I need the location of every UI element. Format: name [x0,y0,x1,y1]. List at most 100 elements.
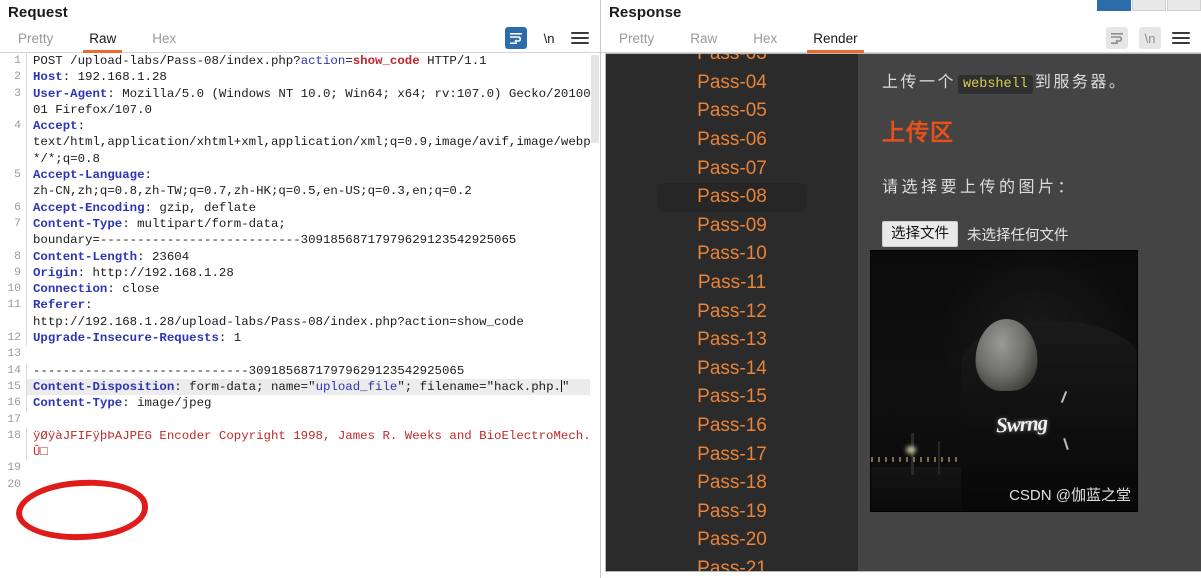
file-status-label: 未选择任何文件 [967,227,1069,244]
line-content: Accept-Language: zh-CN,zh;q=0.8,zh-TW;q=… [26,167,600,200]
hamburger-menu-icon[interactable] [571,32,589,44]
word-wrap-icon[interactable] [1106,27,1128,49]
line-content: Referer: http://192.168.1.28/upload-labs… [26,297,600,331]
tab-request-hex[interactable]: Hex [142,27,186,52]
code-token: ÿØÿàJFIFÿþÞAJPEG Encoder Copyright 1998,… [33,428,599,460]
window-top-buttons [1097,0,1201,11]
code-token: HTTP/1.1 [419,54,487,68]
top-secondary-button[interactable] [1132,0,1166,11]
code-token: text/html,application/xhtml+xml,applicat… [33,135,599,166]
code-token: " [308,379,316,394]
request-code-viewer[interactable]: 1 POST /upload-labs/Pass-08/index.php?act… [0,53,600,572]
sidebar-item-pass-07[interactable]: Pass-07 [658,154,806,183]
line-number: 14 [7,364,21,377]
code-token: upload_file [315,379,398,394]
upload-labs-content: 上传一个 webshell 到服务器。 上传区 请选择要上传的图片： 选择文件 未选… [858,54,1201,571]
choose-file-button[interactable]: 选择文件 [882,221,958,247]
line-number: 10 [7,283,21,296]
photo-light-glow [905,446,916,454]
request-code-line: 12 Upgrade-Insecure-Requests: 1 [0,330,600,347]
tab-response-hex[interactable]: Hex [743,27,787,52]
code-token: : [144,168,160,183]
sidebar-item-pass-15[interactable]: Pass-15 [658,383,806,412]
tab-response-pretty[interactable]: Pretty [609,27,664,52]
line-content: -----------------------------30918568717… [26,362,600,379]
code-token: Connection [33,282,108,297]
request-code-line: 20 [0,477,600,493]
line-number: 8 [14,250,21,263]
word-wrap-icon[interactable] [505,27,527,49]
line-number: 12 [7,332,21,345]
request-code-line: 7 Content-Type: multipart/form-data; boun… [0,215,600,249]
sidebar-item-pass-12[interactable]: Pass-12 [658,297,806,326]
tab-request-pretty[interactable]: Pretty [8,27,63,52]
sidebar-item-pass-14[interactable]: Pass-14 [658,355,806,384]
line-number: 15 [7,380,21,393]
sidebar-item-pass-11[interactable]: Pass-11 [658,269,806,298]
code-token: : gzip, deflate [144,200,257,215]
code-token: User-Agent [33,86,108,101]
tab-request-raw[interactable]: Raw [79,27,126,53]
line-number: 9 [14,266,21,279]
line-content: Upgrade-Insecure-Requests: 1 [26,330,600,347]
sidebar-item-pass-10[interactable]: Pass-10 [658,240,806,269]
line-content: Accept: text/html,application/xhtml+xml,… [26,118,600,168]
code-token: : 1 [218,331,242,346]
code-token: http://192.168.1.28/upload-labs/Pass-08/… [33,314,524,329]
hamburger-menu-icon[interactable] [1172,32,1190,44]
top-primary-button[interactable] [1097,0,1131,11]
code-token: Content-Disposition [33,379,175,394]
line-number: 2 [14,71,21,84]
file-input-row[interactable]: 选择文件 未选择任何文件 [882,221,1201,247]
line-content: Origin: http://192.168.1.28 [26,264,600,282]
code-token: Accept [33,119,78,134]
code-token: Upgrade-Insecure-Requests [33,331,219,346]
request-tabbar: Pretty Raw Hex \n [0,24,600,53]
request-code-line: 13 [0,346,600,362]
sidebar-item-pass-05[interactable]: Pass-05 [658,97,806,126]
tab-response-raw[interactable]: Raw [680,27,727,52]
upload-labs-pass-list: Pass-03 Pass-04 Pass-05 Pass-06 Pass-07 Pass-… [606,54,858,571]
request-code-line: 19 [0,460,600,476]
sidebar-item-pass-16[interactable]: Pass-16 [658,412,806,441]
response-render-frame: Pass-03 Pass-04 Pass-05 Pass-06 Pass-07 Pass-… [605,53,1201,572]
request-code-line: 15 Content-Disposition: form-data; name="… [0,378,600,396]
request-code-rows: 1 POST /upload-labs/Pass-08/index.php?act… [0,53,600,493]
request-toolbar: \n [505,27,600,49]
sidebar-item-pass-21[interactable]: Pass-21 [658,555,806,571]
sidebar-item-pass-13[interactable]: Pass-13 [658,326,806,355]
sidebar-item-pass-04[interactable]: Pass-04 [658,69,806,98]
request-code-line: 18 ÿØÿàJFIFÿþÞAJPEG Encoder Copyright 199… [0,427,600,461]
line-number: 5 [14,169,21,182]
newline-toggle-icon[interactable]: \n [538,27,560,49]
code-token: Host [33,70,63,85]
line-number: 7 [14,217,21,230]
sidebar-item-pass-08[interactable]: Pass-08 [658,182,806,212]
csdn-watermark: CSDN @伽蓝之堂 [1009,487,1131,504]
code-token: Content-Type [33,396,123,411]
sidebar-item-pass-19[interactable]: Pass-19 [658,498,806,527]
request-panel-title: Request [8,4,68,21]
sidebar-item-pass-06[interactable]: Pass-06 [658,126,806,155]
code-token: zh-CN,zh;q=0.8,zh-TW;q=0.7,zh-HK;q=0.5,e… [33,184,472,199]
sidebar-item-pass-09[interactable]: Pass-09 [658,212,806,241]
sidebar-item-pass-17[interactable]: Pass-17 [658,440,806,469]
tab-response-render[interactable]: Render [803,27,867,53]
code-token: Accept-Encoding [33,200,145,215]
line-content: Accept-Encoding: gzip, deflate [26,199,600,216]
photo-brand-text: Swrng [995,410,1048,438]
newline-toggle-icon[interactable]: \n [1139,27,1161,49]
top-tertiary-button[interactable] [1167,0,1201,11]
line-content: Content-Type: multipart/form-data; bound… [26,215,600,249]
request-vertical-scrollbar[interactable] [590,53,600,572]
request-scrollbar-thumb[interactable] [591,55,599,143]
sidebar-item-pass-18[interactable]: Pass-18 [658,469,806,498]
request-code-line: 16 Content-Type: image/jpeg [0,395,600,412]
line-number: 17 [7,413,21,426]
code-token: -----------------------------30918568717… [33,363,465,378]
line-content: POST /upload-labs/Pass-08/index.php?acti… [26,53,600,70]
sidebar-item-pass-03[interactable]: Pass-03 [658,54,806,69]
sidebar-item-pass-20[interactable]: Pass-20 [658,526,806,555]
line-number: 3 [14,87,21,100]
code-token: : multipart/form-data; [122,216,294,231]
